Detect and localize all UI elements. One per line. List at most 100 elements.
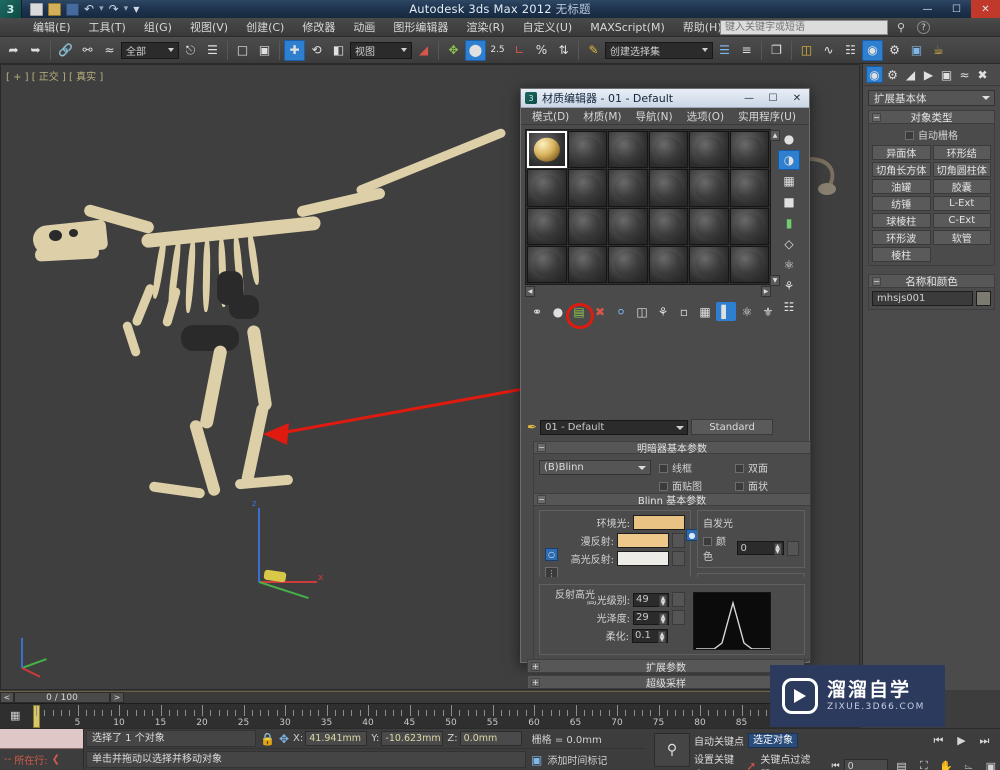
backlight-icon[interactable]: ◑: [778, 150, 800, 170]
zoom-extents-icon[interactable]: ⛶: [915, 758, 933, 770]
object-button-hedra[interactable]: 异面体: [872, 145, 931, 160]
self-illum-color-checkbox[interactable]: 颜色: [703, 533, 734, 563]
shader-type-dropdown[interactable]: (B)Blinn: [539, 460, 651, 475]
pan-icon[interactable]: ✋: [937, 758, 955, 770]
me-menu-material[interactable]: 材质(M): [576, 108, 628, 125]
object-button-capsule[interactable]: 胶囊: [932, 179, 991, 194]
supersampling-rollout[interactable]: + 超级采样: [527, 675, 805, 690]
max-logo-icon[interactable]: 3: [0, 0, 22, 18]
material-slot[interactable]: [729, 169, 769, 207]
specular-level-map-button[interactable]: [672, 592, 685, 607]
hierarchy-tab[interactable]: ◢: [902, 66, 919, 83]
object-button-spindle[interactable]: 纺锤: [872, 196, 931, 211]
material-type-button[interactable]: Standard: [691, 419, 774, 435]
me-menu-utilities[interactable]: 实用程序(U): [731, 108, 803, 125]
material-slot[interactable]: [729, 207, 769, 245]
go-to-parent-icon[interactable]: ⚛: [737, 302, 757, 321]
sample-uv-tiling-icon[interactable]: ■: [778, 192, 800, 212]
rendered-frame-window-icon[interactable]: ▣: [906, 40, 927, 61]
material-slot[interactable]: [689, 245, 729, 283]
me-menu-options[interactable]: 选项(O): [680, 108, 731, 125]
shader-rollout-header[interactable]: − 明暗器基本参数: [533, 441, 811, 455]
render-production-icon[interactable]: ☕: [928, 40, 949, 61]
time-tag-icon[interactable]: ▣: [531, 754, 542, 766]
menu-item-maxscript[interactable]: MAXScript(M): [581, 19, 674, 36]
spinner-snap-icon[interactable]: ⇅: [553, 40, 574, 61]
go-forward-to-sibling-icon[interactable]: ⚜: [758, 302, 778, 321]
wireframe-checkbox[interactable]: 线框: [659, 460, 729, 475]
sample-type-icon[interactable]: ●: [778, 129, 800, 149]
menu-item-rendering[interactable]: 渲染(R): [457, 17, 513, 37]
align-icon[interactable]: ≡: [736, 40, 757, 61]
menu-item-create[interactable]: 创建(C): [237, 17, 293, 37]
specular-color-swatch[interactable]: [617, 551, 669, 566]
bind-spacewarp-icon[interactable]: ≈: [99, 40, 120, 61]
material-slot[interactable]: [608, 245, 648, 283]
absolute-relative-icon[interactable]: ✥: [279, 733, 289, 745]
lock-selection-icon[interactable]: 🔒: [260, 733, 275, 745]
collapse-icon[interactable]: −: [872, 277, 881, 286]
material-slot[interactable]: [608, 169, 648, 207]
unlink-icon[interactable]: ⚯: [77, 40, 98, 61]
modify-tab[interactable]: ⚙: [884, 66, 901, 83]
maximize-button[interactable]: ☐: [761, 89, 785, 108]
key-filters-button[interactable]: 关键点过滤器...: [760, 751, 827, 770]
material-slot[interactable]: [729, 245, 769, 283]
go-to-start-icon[interactable]: ⏮: [831, 761, 839, 770]
material-slot[interactable]: [567, 169, 607, 207]
material-slot[interactable]: [567, 245, 607, 283]
make-material-copy-icon[interactable]: ⚪: [611, 302, 631, 321]
material-id-channel-icon[interactable]: ▫: [674, 302, 694, 321]
scroll-right-icon[interactable]: ▶: [761, 286, 771, 297]
key-prev-icon[interactable]: ⏮: [929, 732, 948, 749]
time-slider[interactable]: 0 / 100: [14, 692, 110, 703]
move-gizmo[interactable]: x z: [252, 499, 346, 615]
schematic-view-icon[interactable]: ☷: [840, 40, 861, 61]
close-button[interactable]: ✕: [785, 89, 809, 108]
scroll-left-icon[interactable]: ◀: [525, 286, 535, 297]
two-sided-checkbox[interactable]: 双面: [735, 460, 805, 475]
object-button-oil-tank[interactable]: 油罐: [872, 179, 931, 194]
eyedropper-icon[interactable]: ✒: [527, 421, 537, 433]
selection-filter-dropdown[interactable]: 全部: [121, 41, 179, 59]
glossiness-map-button[interactable]: [672, 610, 685, 625]
menu-item-group[interactable]: 组(G): [135, 17, 181, 37]
specular-level-field[interactable]: 49 ▲ ▼: [633, 592, 669, 607]
prev-frame-button[interactable]: <: [0, 692, 14, 703]
material-slot[interactable]: [527, 169, 567, 207]
material-editor-icon[interactable]: ◉: [862, 39, 883, 61]
display-tab[interactable]: ▣: [938, 66, 955, 83]
maximize-viewport-icon[interactable]: ▣: [982, 758, 1000, 770]
show-end-result-icon[interactable]: ▌: [716, 302, 736, 321]
collapse-icon[interactable]: −: [537, 495, 546, 504]
menu-item-graph-editors[interactable]: 图形编辑器: [384, 17, 457, 37]
save-icon[interactable]: [66, 2, 79, 16]
coord-z-field[interactable]: 0.0mm: [459, 731, 522, 746]
undo-icon[interactable]: ↶: [84, 3, 94, 15]
material-slot[interactable]: [608, 207, 648, 245]
background-checker-icon[interactable]: ▦: [778, 171, 800, 191]
create-tab[interactable]: ◉: [866, 66, 883, 83]
redo-icon[interactable]: ↷: [109, 3, 119, 15]
faceted-checkbox[interactable]: 面状: [735, 478, 805, 493]
new-icon[interactable]: [30, 2, 43, 16]
reference-coordinate-dropdown[interactable]: 视图: [350, 41, 412, 59]
search-icon[interactable]: ⚲: [897, 21, 905, 34]
time-tag-label[interactable]: 添加时间标记: [547, 752, 607, 767]
self-illum-map-button[interactable]: [786, 540, 799, 556]
material-slot[interactable]: [648, 245, 688, 283]
object-button-l-ext[interactable]: L-Ext: [932, 196, 991, 211]
maximize-button[interactable]: ☐: [942, 0, 971, 18]
menu-item-customize[interactable]: 自定义(U): [514, 17, 582, 37]
object-button-torus-knot[interactable]: 环形结: [932, 145, 991, 160]
make-preview-icon[interactable]: ◇: [778, 234, 800, 254]
get-material-icon[interactable]: ⚭: [527, 302, 547, 321]
minimize-button[interactable]: —: [737, 89, 761, 108]
expand-icon[interactable]: +: [531, 678, 540, 687]
key-next-icon[interactable]: ⏭: [975, 732, 994, 749]
material-slot[interactable]: [689, 207, 729, 245]
expand-icon[interactable]: +: [531, 662, 540, 671]
slot-horizontal-scrollbar[interactable]: ◀ ▶: [525, 286, 771, 297]
orbit-icon[interactable]: ⌳: [959, 758, 977, 770]
use-pivot-center-icon[interactable]: ◢: [413, 40, 434, 61]
